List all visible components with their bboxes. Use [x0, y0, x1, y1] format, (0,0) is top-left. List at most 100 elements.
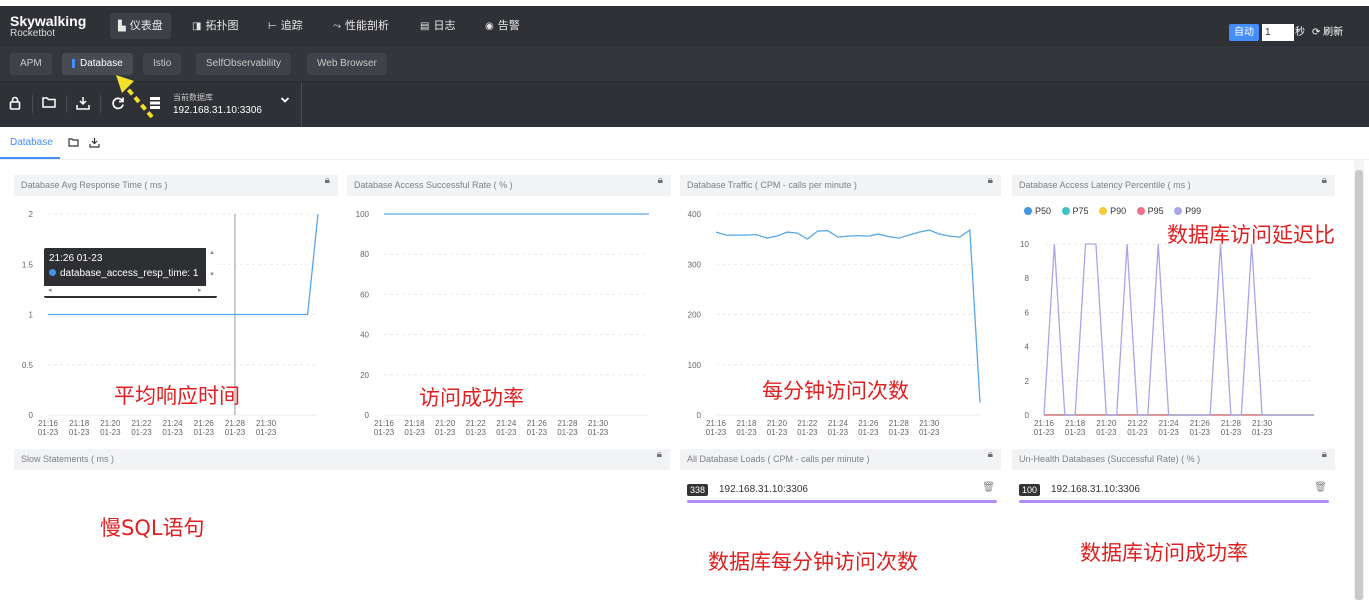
x-tick-date: 01-23 [588, 428, 609, 437]
nav-item-2[interactable]: ⊢ 追踪 [260, 13, 311, 39]
x-tick-date: 01-23 [736, 428, 757, 437]
auto-refresh-button[interactable]: 自动 [1229, 24, 1259, 41]
tab-web-browser[interactable]: Web Browser [307, 53, 387, 75]
download-icon[interactable] [75, 96, 91, 112]
nav-item-0[interactable]: ▙ 仪表盘 [110, 13, 171, 39]
panel-latency-percentile: Database Access Latency Percentile ( ms … [1012, 175, 1335, 440]
trash-icon[interactable]: 🗑︎ [1314, 482, 1327, 493]
lock-icon[interactable]: 🔒︎ [1322, 175, 1327, 186]
annotation-arrow [116, 75, 154, 119]
refresh-button[interactable]: ⟳ 刷新 [1312, 24, 1343, 41]
load-bar [687, 500, 997, 503]
tab-apm[interactable]: APM [10, 53, 52, 75]
list-item[interactable]: 100 192.168.31.10:3306 🗑︎ [1019, 481, 1329, 503]
tab-selfobservability[interactable]: SelfObservability [196, 53, 292, 75]
x-tick-label: 21:22 [1127, 419, 1148, 428]
y-tick-label: 300 [688, 260, 702, 269]
dashboard-toolbar: 当前数据库 192.168.31.10:3306 [0, 81, 1369, 128]
y-tick-label: 2 [29, 210, 34, 219]
y-tick-label: 2 [1025, 377, 1030, 386]
x-tick-label: 21:18 [1065, 419, 1086, 428]
x-tick-date: 01-23 [828, 428, 849, 437]
toolbar-divider [100, 95, 101, 113]
trash-icon[interactable]: 🗑︎ [982, 482, 995, 493]
logo[interactable]: Skywalking Rocketbot [10, 14, 86, 39]
x-tick-date: 01-23 [1065, 428, 1086, 437]
logo-subtitle: Rocketbot [10, 28, 56, 39]
nav-item-label: 仪表盘 [129, 20, 163, 32]
tooltip-time: 21:26 01-23 [49, 253, 103, 264]
chevron-down-icon[interactable] [280, 96, 290, 107]
panel-unhealth-databases: Un-Health Databases (Successful Rate) ( … [1012, 449, 1335, 600]
x-tick-date: 01-23 [465, 428, 486, 437]
panel-title: Database Avg Response Time ( ms ) [14, 175, 338, 196]
subtab-underline [0, 157, 60, 159]
x-tick-date: 01-23 [1127, 428, 1148, 437]
tab-istio[interactable]: Istio [143, 53, 182, 75]
y-tick-label: 0 [365, 411, 370, 420]
profile-icon: ⤳ [333, 21, 341, 32]
database-selector-value: 192.168.31.10:3306 [173, 105, 262, 116]
x-tick-label: 21:24 [163, 419, 184, 428]
x-tick-label: 21:26 [858, 419, 879, 428]
tooltip-vertical-scrollbar[interactable]: ▲ ▼ [206, 248, 217, 286]
nav-item-5[interactable]: ◉ 告警 [477, 13, 528, 39]
nav-item-label: 拓扑图 [205, 20, 239, 32]
annotation-text: 数据库访问延迟比 [1167, 223, 1335, 247]
nav-item-4[interactable]: ▤ 日志 [412, 13, 463, 39]
list-item[interactable]: 338 192.168.31.10:3306 🗑︎ [687, 481, 997, 503]
x-tick-date: 01-23 [38, 428, 59, 437]
tab-database[interactable]: Database [62, 53, 133, 75]
x-tick-date: 01-23 [706, 428, 727, 437]
lock-icon[interactable]: 🔒︎ [658, 175, 663, 186]
refresh-interval-input[interactable]: 1 [1262, 24, 1294, 41]
nav-item-label: 性能剖析 [345, 20, 389, 32]
series-line-p99 [1043, 243, 1314, 416]
lock-icon[interactable]: 🔒︎ [988, 175, 993, 186]
x-tick-label: 21:20 [435, 419, 456, 428]
annotation-text: 数据库每分钟访问次数 [708, 550, 918, 574]
folder-icon[interactable] [68, 137, 79, 150]
annotation-text: 平均响应时间 [114, 384, 240, 408]
panel-all-database-loads: All Database Loads ( CPM - calls per min… [680, 449, 1001, 600]
nav-item-1[interactable]: ◨ 拓扑图 [184, 13, 246, 39]
x-tick-label: 21:22 [131, 419, 152, 428]
nav-item-label: 追踪 [280, 20, 303, 32]
alarm-icon: ◉ [485, 21, 494, 32]
x-tick-date: 01-23 [404, 428, 425, 437]
y-tick-label: 10 [1020, 240, 1029, 249]
tab-database-label: Database [80, 58, 123, 69]
dashboard-icon: ▙ [118, 21, 126, 32]
x-tick-label: 21:20 [1096, 419, 1117, 428]
x-tick-date: 01-23 [374, 428, 395, 437]
download-icon[interactable] [89, 137, 100, 151]
refresh-label: 刷新 [1323, 27, 1344, 38]
lock-icon[interactable]: 🔒︎ [325, 175, 330, 186]
x-tick-date: 01-23 [557, 428, 578, 437]
database-selector[interactable]: 当前数据库 192.168.31.10:3306 [173, 92, 262, 118]
x-tick-label: 21:18 [405, 419, 426, 428]
page-scrollbar[interactable] [1354, 160, 1364, 600]
folder-icon[interactable] [41, 96, 57, 112]
x-tick-date: 01-23 [1096, 428, 1117, 437]
x-tick-label: 21:28 [225, 419, 246, 428]
x-tick-date: 01-23 [194, 428, 215, 437]
tooltip-horizontal-scrollbar[interactable]: ◂ ▸ [44, 286, 217, 296]
load-badge: 338 [687, 484, 709, 496]
lock-icon[interactable]: 🔒︎ [988, 449, 993, 460]
subtab-database[interactable]: Database [10, 137, 53, 148]
lock-icon[interactable]: 🔒︎ [1322, 449, 1327, 460]
x-tick-label: 21:16 [706, 419, 727, 428]
rate-bar [1019, 500, 1329, 503]
x-tick-label: 21:30 [919, 419, 940, 428]
x-tick-label: 21:30 [588, 419, 609, 428]
y-tick-label: 100 [356, 210, 370, 219]
lock-icon[interactable] [7, 96, 23, 112]
annotation-text: 每分钟访问次数 [762, 379, 909, 403]
scrollbar-thumb[interactable] [1355, 170, 1363, 600]
toolbar-divider [301, 82, 302, 128]
lock-icon[interactable]: 🔒︎ [657, 449, 662, 460]
nav-item-3[interactable]: ⤳ 性能剖析 [325, 13, 397, 39]
top-nav-bar: Skywalking Rocketbot ▙ 仪表盘 ◨ 拓扑图 ⊢ 追踪 ⤳ 性能剖析 ▤ 日志… [0, 6, 1369, 45]
x-tick-label: 21:28 [557, 419, 578, 428]
